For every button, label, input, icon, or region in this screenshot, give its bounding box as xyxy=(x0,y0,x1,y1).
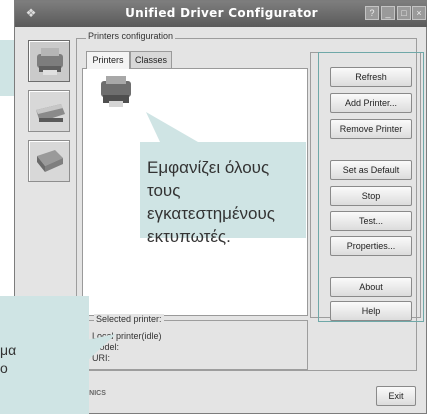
port-icon xyxy=(37,150,63,172)
callout-left-pointer xyxy=(86,334,116,362)
sidebar-item-printers[interactable] xyxy=(28,40,70,82)
callout-main: Εμφανίζει όλους τους εγκατεστημένους εκτ… xyxy=(140,142,306,246)
tab-printers[interactable]: Printers xyxy=(86,51,130,69)
selected-printer-label: Selected printer: xyxy=(94,314,164,324)
exit-button[interactable]: Exit xyxy=(376,386,416,406)
printer-icon xyxy=(37,48,63,75)
sidebar-item-ports[interactable] xyxy=(28,140,70,182)
printer-list-item[interactable] xyxy=(97,75,139,111)
title-bar: ❖ Unified Driver Configurator ? _ □ × xyxy=(15,1,427,27)
callout-left: μα ο xyxy=(0,296,89,414)
printer-icon xyxy=(101,76,131,107)
callout-left-line2: ο xyxy=(0,360,8,376)
callout-left-line1: μα xyxy=(0,342,17,358)
maximize-icon[interactable]: □ xyxy=(397,6,411,20)
sidebar-item-scanners[interactable] xyxy=(28,90,70,132)
callout-main-pointer xyxy=(146,112,198,142)
buttons-highlight-frame xyxy=(318,52,424,322)
close-icon[interactable]: × xyxy=(412,6,426,20)
tab-classes[interactable]: Classes xyxy=(130,51,172,68)
minimize-icon[interactable]: _ xyxy=(381,6,395,20)
help-window-icon[interactable]: ? xyxy=(365,6,379,20)
scanner-icon xyxy=(36,104,65,122)
group-title: Printers configuration xyxy=(86,31,176,41)
